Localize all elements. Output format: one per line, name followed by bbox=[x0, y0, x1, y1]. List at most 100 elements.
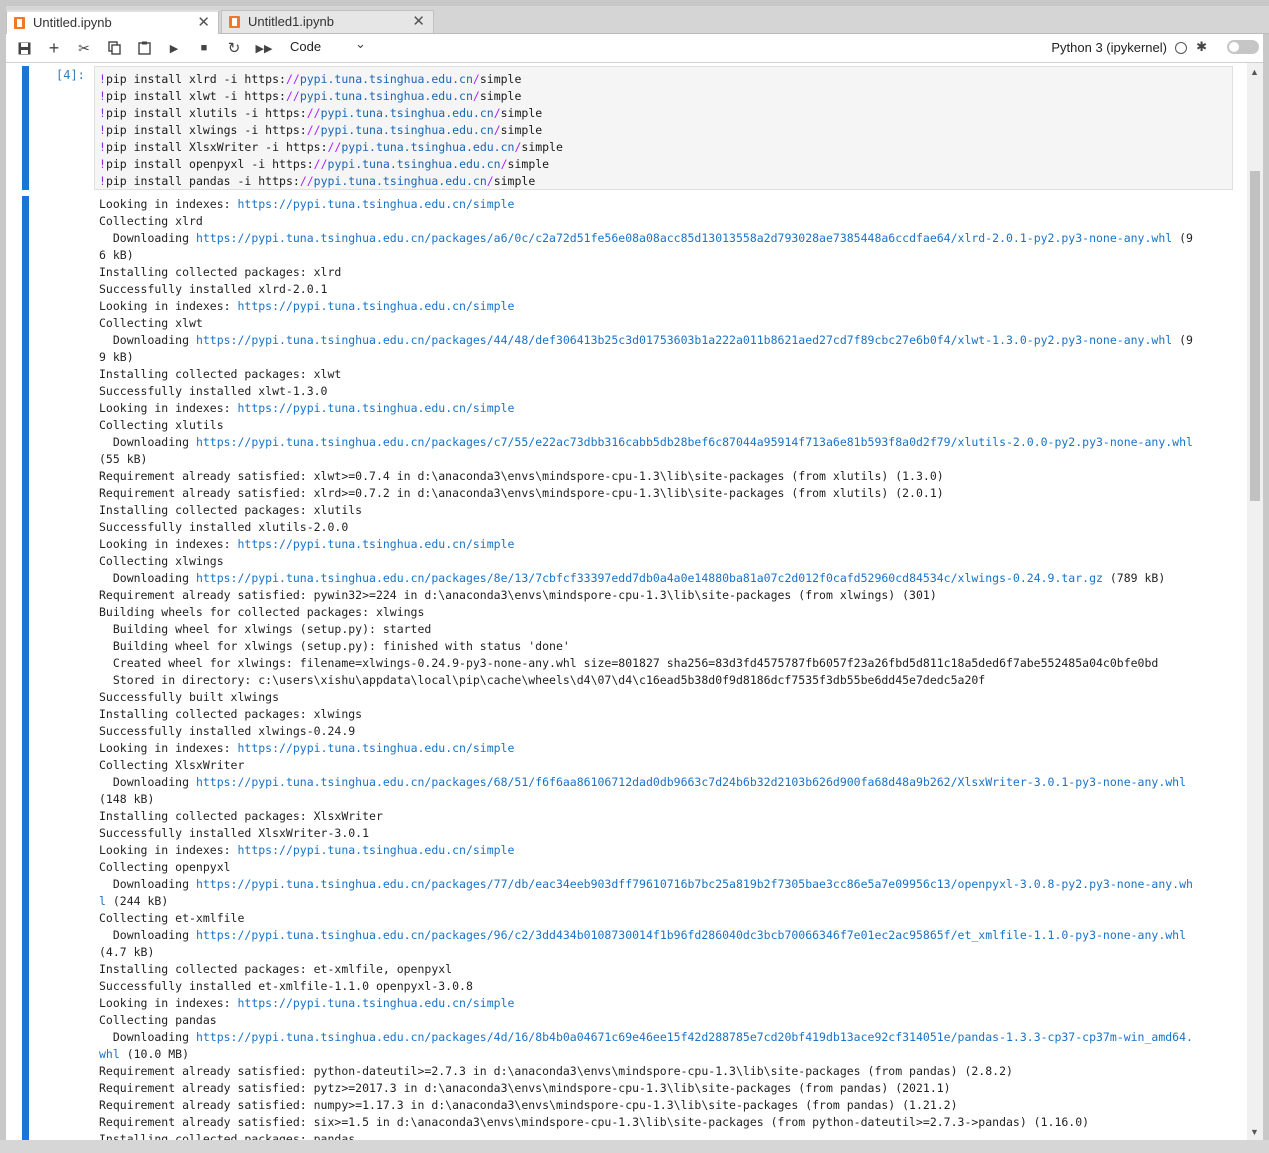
add-cell-icon[interactable]: + bbox=[44, 38, 64, 58]
tab-untitled[interactable]: Untitled.ipynb ✕ bbox=[6, 10, 219, 34]
output-line: Looking in indexes: https://pypi.tuna.ts… bbox=[99, 298, 1239, 315]
tab-label: Untitled.ipynb bbox=[33, 15, 112, 30]
fast-forward-icon[interactable]: ▶▶ bbox=[254, 38, 274, 58]
output-text: Building wheel for xlwings (setup.py): s… bbox=[99, 622, 432, 636]
output-line: Installing collected packages: xlutils bbox=[99, 502, 1239, 519]
scroll-down-icon[interactable]: ▼ bbox=[1250, 1127, 1259, 1137]
debugger-icon[interactable]: ✱ bbox=[1196, 39, 1207, 55]
code-token: / bbox=[472, 89, 480, 103]
output-link[interactable]: https://pypi.tuna.tsinghua.edu.cn/packag… bbox=[196, 877, 1193, 891]
output-text: Successfully installed XlsxWriter-3.0.1 bbox=[99, 826, 370, 840]
output-text: Building wheels for collected packages: … bbox=[99, 605, 425, 619]
code-input[interactable]: !pip install xlrd -i https://pypi.tuna.t… bbox=[94, 66, 1233, 190]
restart-icon[interactable]: ↻ bbox=[224, 38, 244, 58]
code-token: simple bbox=[507, 157, 550, 171]
output-line: Successfully installed XlsxWriter-3.0.1 bbox=[99, 825, 1239, 842]
code-bang: ! bbox=[99, 140, 106, 154]
output-text: (148 kB) bbox=[99, 792, 155, 806]
tab-untitled1[interactable]: Untitled1.ipynb ✕ bbox=[221, 10, 434, 33]
notebook-icon bbox=[229, 16, 240, 28]
output-line: Collecting et-xmlfile bbox=[99, 910, 1239, 927]
execution-count: [4]: bbox=[56, 68, 85, 82]
scroll-up-icon[interactable]: ▲ bbox=[1250, 67, 1259, 77]
tab-bar: Untitled.ipynb ✕ Untitled1.ipynb ✕ bbox=[6, 6, 1269, 34]
code-bang: ! bbox=[99, 89, 106, 103]
output-line: Collecting XlsxWriter bbox=[99, 757, 1239, 774]
output-line: Downloading https://pypi.tuna.tsinghua.e… bbox=[99, 876, 1239, 893]
output-line: Installing collected packages: et-xmlfil… bbox=[99, 961, 1239, 978]
code-token: // bbox=[327, 140, 342, 154]
code-token: // bbox=[313, 157, 328, 171]
code-token: simple bbox=[500, 123, 543, 137]
output-link[interactable]: https://pypi.tuna.tsinghua.edu.cn/simple bbox=[237, 299, 514, 313]
code-token: pip install xlutils -i https: bbox=[105, 106, 307, 120]
chevron-down-icon[interactable]: ⌄ bbox=[355, 36, 366, 52]
output-link[interactable]: https://pypi.tuna.tsinghua.edu.cn/simple bbox=[237, 741, 514, 755]
output-link[interactable]: https://pypi.tuna.tsinghua.edu.cn/simple bbox=[237, 996, 514, 1010]
scroll-thumb[interactable] bbox=[1250, 171, 1260, 501]
output-text: (789 kB) bbox=[1102, 571, 1166, 585]
output-text: Collecting et-xmlfile bbox=[99, 911, 245, 925]
code-token: pip install pandas -i https: bbox=[105, 174, 300, 188]
cell-type-select[interactable]: Code bbox=[290, 39, 321, 54]
output-line: Collecting pandas bbox=[99, 1012, 1239, 1029]
code-token: // bbox=[306, 123, 321, 137]
output-text: Looking in indexes: bbox=[99, 741, 238, 755]
code-line: !pip install xlrd -i https://pypi.tuna.t… bbox=[99, 71, 521, 88]
paste-icon[interactable] bbox=[134, 38, 154, 58]
cell-collapser-output[interactable] bbox=[22, 196, 29, 1140]
output-text: Downloading bbox=[99, 928, 196, 942]
output-line: Stored in directory: c:\users\xishu\appd… bbox=[99, 672, 1239, 689]
code-token: simple bbox=[521, 140, 563, 154]
scrollbar[interactable]: ▲ ▼ bbox=[1247, 63, 1263, 1140]
output-line: Building wheels for collected packages: … bbox=[99, 604, 1239, 621]
output-text: Successfully built xlwings bbox=[99, 690, 280, 704]
output-link[interactable]: https://pypi.tuna.tsinghua.edu.cn/packag… bbox=[196, 231, 1172, 245]
code-token: pypi.tuna.tsinghua.edu.cn bbox=[299, 72, 473, 86]
code-token: pip install openpyxl -i https: bbox=[105, 157, 314, 171]
close-icon[interactable]: ✕ bbox=[197, 12, 210, 34]
close-icon[interactable]: ✕ bbox=[412, 11, 425, 33]
output-link[interactable]: https://pypi.tuna.tsinghua.edu.cn/simple bbox=[237, 401, 514, 415]
output-link[interactable]: https://pypi.tuna.tsinghua.edu.cn/packag… bbox=[196, 333, 1172, 347]
output-link[interactable]: https://pypi.tuna.tsinghua.edu.cn/packag… bbox=[196, 928, 1186, 942]
stop-icon[interactable]: ■ bbox=[194, 38, 214, 58]
code-bang: ! bbox=[99, 72, 106, 86]
output-line: Created wheel for xlwings: filename=xlwi… bbox=[99, 655, 1239, 672]
debugger-toggle[interactable] bbox=[1227, 40, 1259, 54]
output-text: Installing collected packages: XlsxWrite… bbox=[99, 809, 383, 823]
cell-collapser-input[interactable] bbox=[22, 66, 29, 190]
output-link[interactable]: https://pypi.tuna.tsinghua.edu.cn/simple bbox=[237, 197, 514, 211]
output-line: Collecting xlwt bbox=[99, 315, 1239, 332]
output-link[interactable]: https://pypi.tuna.tsinghua.edu.cn/packag… bbox=[196, 571, 1103, 585]
output-link[interactable]: https://pypi.tuna.tsinghua.edu.cn/packag… bbox=[196, 775, 1186, 789]
cut-icon[interactable]: ✂ bbox=[74, 38, 94, 58]
output-link[interactable]: https://pypi.tuna.tsinghua.edu.cn/packag… bbox=[196, 1030, 1193, 1044]
output-text: Downloading bbox=[99, 231, 196, 245]
output-link[interactable]: whl bbox=[99, 1047, 120, 1061]
output-line: Requirement already satisfied: pywin32>=… bbox=[99, 587, 1239, 604]
code-line: !pip install xlwings -i https://pypi.tun… bbox=[99, 122, 542, 139]
output-line: Collecting openpyxl bbox=[99, 859, 1239, 876]
run-icon[interactable]: ▶ bbox=[164, 38, 184, 58]
code-token: pip install XlsxWriter -i https: bbox=[105, 140, 328, 154]
output-text: Requirement already satisfied: six>=1.5 … bbox=[99, 1115, 1090, 1129]
code-bang: ! bbox=[99, 174, 106, 188]
output-text: Requirement already satisfied: pywin32>=… bbox=[99, 588, 937, 602]
copy-icon[interactable] bbox=[104, 38, 124, 58]
app-window: Untitled.ipynb ✕ Untitled1.ipynb ✕ + ✂ ▶… bbox=[0, 0, 1269, 1153]
output-line: Requirement already satisfied: pytz>=201… bbox=[99, 1080, 1239, 1097]
save-icon[interactable] bbox=[14, 38, 34, 58]
code-token: pypi.tuna.tsinghua.edu.cn bbox=[327, 157, 501, 171]
output-link[interactable]: https://pypi.tuna.tsinghua.edu.cn/simple bbox=[237, 537, 514, 551]
code-token: pypi.tuna.tsinghua.edu.cn bbox=[320, 106, 494, 120]
kernel-name[interactable]: Python 3 (ipykernel) bbox=[1051, 40, 1167, 55]
output-text: Installing collected packages: xlrd bbox=[99, 265, 342, 279]
output-link[interactable]: l bbox=[99, 894, 106, 908]
output-text: Building wheel for xlwings (setup.py): f… bbox=[99, 639, 570, 653]
output-text: Successfully installed xlutils-2.0.0 bbox=[99, 520, 349, 534]
code-line: !pip install xlwt -i https://pypi.tuna.t… bbox=[99, 88, 521, 105]
output-link[interactable]: https://pypi.tuna.tsinghua.edu.cn/simple bbox=[237, 843, 514, 857]
output-link[interactable]: https://pypi.tuna.tsinghua.edu.cn/packag… bbox=[196, 435, 1193, 449]
output-line: Successfully built xlwings bbox=[99, 689, 1239, 706]
